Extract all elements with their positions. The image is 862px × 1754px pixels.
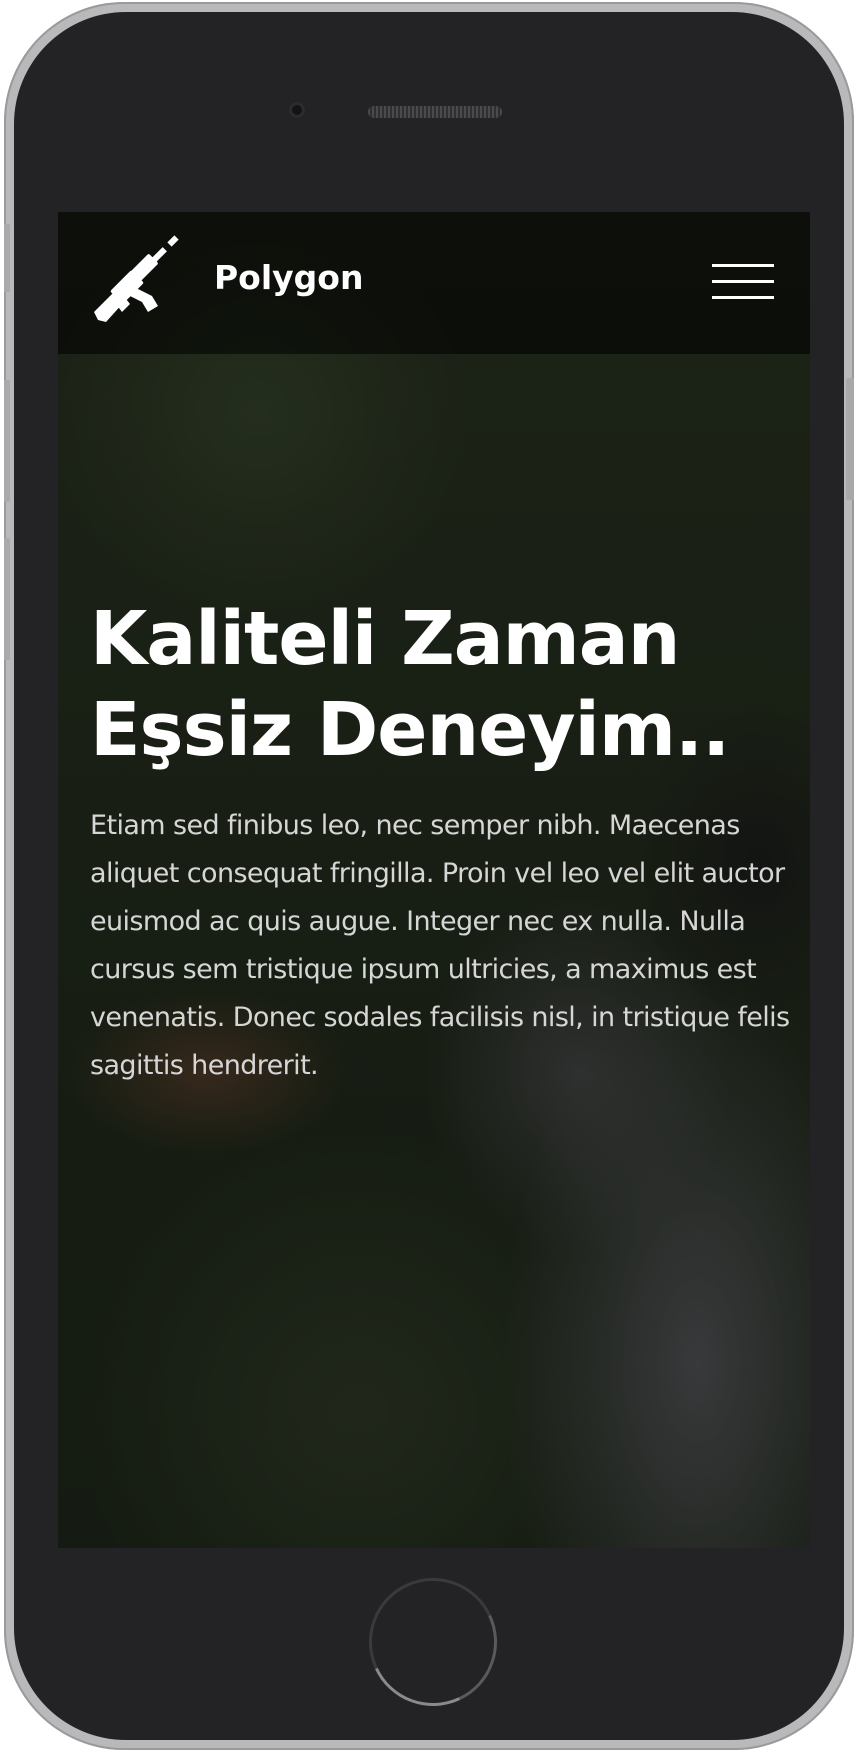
phone-frame: Polygon Kaliteli Zaman Eşsiz Deneyim.. Et… [4,2,854,1750]
hero-title-line-2: Eşsiz Deneyim.. [90,687,730,773]
volume-down-button [4,538,10,660]
brand-name[interactable]: Polygon [214,258,363,298]
navbar: Polygon [58,212,810,354]
mute-switch [4,224,10,292]
earpiece-speaker [368,106,502,118]
front-camera [289,102,305,118]
hamburger-menu-icon[interactable] [712,262,774,302]
rifle-icon[interactable] [92,232,192,332]
screen: Polygon Kaliteli Zaman Eşsiz Deneyim.. Et… [58,212,810,1548]
power-button [846,378,854,500]
hero-title-line-1: Kaliteli Zaman [90,596,680,682]
volume-up-button [4,380,10,502]
menu-line [712,280,774,283]
menu-line [712,264,774,267]
menu-line [712,296,774,299]
hero-description: Etiam sed finibus leo, nec semper nibh. … [90,810,790,1081]
hero-title: Kaliteli Zaman Eşsiz Deneyim.. [90,594,790,776]
